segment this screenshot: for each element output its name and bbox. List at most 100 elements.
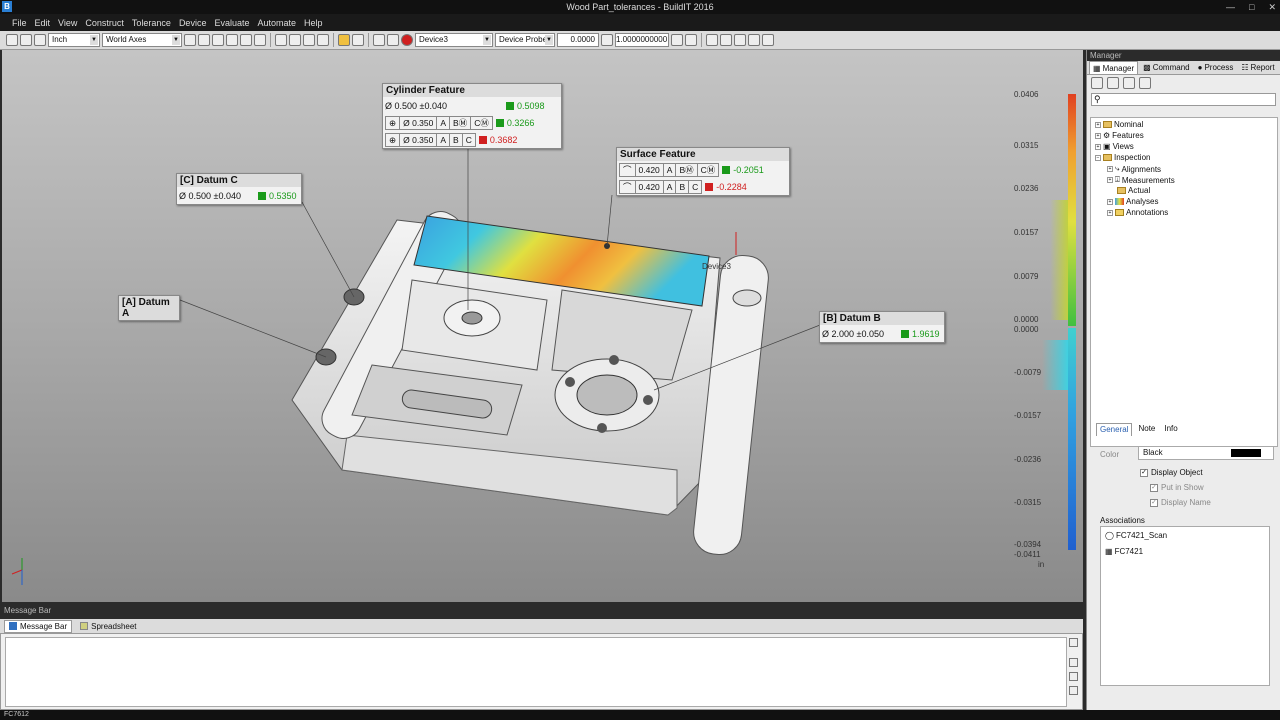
tab-spreadsheet[interactable]: Spreadsheet [76, 621, 140, 632]
tree-item-views[interactable]: + ▣ Views [1095, 142, 1134, 151]
delete-icon[interactable] [1069, 686, 1078, 695]
filter-icon[interactable] [1139, 77, 1151, 89]
device-connect-icon[interactable] [685, 34, 697, 46]
cylinder-feature-callout[interactable]: Cylinder Feature Ø 0.500 ±0.040 0.5098 ⊕ Ø… [382, 83, 562, 149]
zoom-in-icon[interactable] [198, 34, 210, 46]
expand-icon[interactable]: + [1107, 166, 1113, 172]
callout-title: Surface Feature [617, 148, 789, 161]
record-icon[interactable] [401, 34, 413, 46]
size-tolerance: Ø 0.500 ±0.040 [179, 190, 241, 201]
tab-message-bar[interactable]: Message Bar [4, 619, 73, 633]
menu-view[interactable]: View [54, 18, 81, 28]
device-settings-icon[interactable] [671, 34, 683, 46]
menu-edit[interactable]: Edit [31, 18, 55, 28]
shaded-view-icon[interactable] [289, 34, 301, 46]
tree-item-measurements[interactable]: + ⍗ Measurements [1107, 175, 1175, 185]
scan-icon[interactable] [706, 34, 718, 46]
list-item[interactable]: ▦ FC7421 [1105, 547, 1143, 556]
copy-icon[interactable] [1069, 658, 1078, 667]
axes-select[interactable]: World Axes ▼ [102, 33, 182, 47]
tree-item-actual[interactable]: Actual [1117, 186, 1150, 195]
new-item-icon[interactable] [1107, 77, 1119, 89]
datum-c-callout[interactable]: [C] Datum C Ø 0.500 ±0.040 0.5350 [176, 173, 302, 205]
units-select[interactable]: Inch ▼ [48, 33, 100, 47]
tab-general[interactable]: General [1096, 423, 1133, 436]
new-file-icon[interactable] [6, 34, 18, 46]
menu-help[interactable]: Help [300, 18, 327, 28]
scale-icon[interactable] [601, 34, 613, 46]
menu-device[interactable]: Device [175, 18, 211, 28]
tab-info[interactable]: Info [1161, 423, 1180, 436]
app-icon[interactable]: B [2, 1, 12, 12]
zoom-fit-icon[interactable] [226, 34, 238, 46]
datum-a-callout[interactable]: [A] Datum A [118, 295, 180, 321]
minimize-icon[interactable]: — [1226, 0, 1235, 14]
message-output[interactable] [5, 637, 1067, 707]
menu-construct[interactable]: Construct [81, 18, 128, 28]
tree-item-analyses[interactable]: + Analyses [1107, 197, 1158, 206]
probe-icon[interactable] [387, 34, 399, 46]
collapse-icon[interactable]: − [1095, 154, 1101, 161]
expand-icon[interactable]: + [1107, 198, 1113, 205]
clear-icon[interactable] [1069, 638, 1078, 647]
alignment-icon[interactable] [720, 34, 732, 46]
expand-icon[interactable]: + [1095, 143, 1101, 150]
device-select[interactable]: Device3 ▼ [415, 33, 493, 47]
probe-select[interactable]: Device Probe ▼ [495, 33, 555, 47]
report-icon[interactable] [762, 34, 774, 46]
put-in-show-checkbox[interactable]: ✓ Put in Show [1150, 483, 1204, 492]
search-input[interactable]: ⚲ [1091, 93, 1276, 106]
tab-report[interactable]: ☷ Report [1238, 61, 1277, 74]
zoom-out-icon[interactable] [212, 34, 224, 46]
tab-manager[interactable]: ▦ Manager [1089, 61, 1139, 74]
visibility-icon[interactable] [352, 34, 364, 46]
tree-item-annotations[interactable]: + Annotations [1107, 208, 1168, 217]
display-object-checkbox[interactable]: ✓ Display Object [1140, 468, 1203, 477]
pan-icon[interactable] [240, 34, 252, 46]
rotate-icon[interactable] [254, 34, 266, 46]
color-select[interactable]: Black [1138, 446, 1274, 460]
scale-input[interactable]: 1.0000000000 [615, 33, 669, 47]
list-item[interactable]: ◯ FC7421_Scan [1105, 531, 1167, 540]
measured-value: 0.5350 [269, 190, 297, 201]
zoom-window-icon[interactable] [184, 34, 196, 46]
tree-item-nominal[interactable]: + Nominal [1095, 120, 1143, 129]
iso-view-icon[interactable] [317, 34, 329, 46]
menu-automate[interactable]: Automate [253, 18, 300, 28]
datum-b-callout[interactable]: [B] Datum B Ø 2.000 ±0.050 1.9619 [819, 311, 945, 343]
tree-item-inspection[interactable]: − Inspection [1095, 153, 1150, 162]
tree-item-features[interactable]: + ⚙ Features [1095, 131, 1144, 140]
analysis-icon[interactable] [748, 34, 760, 46]
wireframe-icon[interactable] [303, 34, 315, 46]
expand-icon[interactable]: + [1095, 132, 1101, 139]
menu-evaluate[interactable]: Evaluate [210, 18, 253, 28]
tab-command[interactable]: ▩ Command [1140, 61, 1192, 74]
copy-item-icon[interactable] [1123, 77, 1135, 89]
tab-note[interactable]: Note [1135, 423, 1158, 436]
select-filter-icon[interactable] [338, 34, 350, 46]
surface-feature-callout[interactable]: Surface Feature ⌒ 0.420 A BⓂ CⓂ -0.2051 ⌒ 0.42… [616, 147, 790, 196]
save-log-icon[interactable] [1069, 672, 1078, 681]
analyses-icon [1115, 198, 1124, 205]
measure-icon[interactable] [373, 34, 385, 46]
expand-icon[interactable]: + [1107, 177, 1113, 183]
manager-panel: Manager ▦ Manager ▩ Command ● Process ☷ Repo… [1086, 50, 1280, 710]
expand-icon[interactable]: + [1107, 209, 1113, 216]
maximize-icon[interactable]: □ [1249, 0, 1254, 14]
status-square [901, 329, 909, 338]
target-icon[interactable] [734, 34, 746, 46]
3d-viewport[interactable]: Device3 Cylinder Feature Ø 0.500 ±0.040 0… [2, 50, 1083, 602]
tree-item-alignments[interactable]: + ⤷ Alignments [1107, 164, 1161, 174]
menu-file[interactable]: File [8, 18, 31, 28]
display-name-checkbox[interactable]: ✓ Display Name [1150, 498, 1211, 507]
open-folder-icon[interactable] [20, 34, 32, 46]
sort-icon[interactable] [1091, 77, 1103, 89]
spreadsheet-icon [80, 622, 89, 630]
offset-input[interactable]: 0.0000 [557, 33, 599, 47]
view-cube-icon[interactable] [275, 34, 287, 46]
expand-icon[interactable]: + [1095, 121, 1101, 128]
save-icon[interactable] [34, 34, 46, 46]
tab-process[interactable]: ● Process [1195, 61, 1237, 74]
menu-tolerance[interactable]: Tolerance [128, 18, 175, 28]
close-icon[interactable]: ✕ [1268, 0, 1276, 14]
